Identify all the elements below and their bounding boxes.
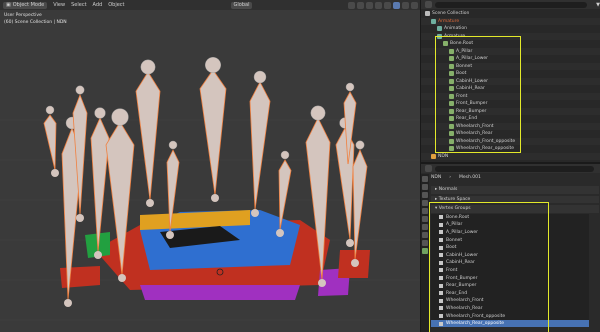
outliner-panel[interactable]: ▼ Scene Collection Armature Animation Armat…	[420, 0, 600, 162]
outliner-search-input[interactable]	[435, 1, 588, 8]
outliner-row[interactable]: Animation	[421, 25, 600, 33]
armature-bones[interactable]	[0, 0, 420, 332]
particles-tab-icon[interactable]	[422, 232, 428, 238]
bone[interactable]	[199, 57, 227, 202]
viewport-shading-tools	[348, 0, 420, 10]
outliner-row[interactable]: NDN	[421, 152, 600, 160]
mode-dropdown[interactable]: ▣ Object Mode	[3, 1, 48, 9]
outliner-row-label: Armature	[438, 18, 460, 24]
mesh-icon	[431, 153, 436, 159]
properties-editor-icon[interactable]	[425, 165, 432, 172]
object-tab-icon[interactable]	[422, 216, 428, 222]
properties-panel[interactable]: NDN › Mesh.001 ▸ Normals ▸ Texture Space…	[420, 162, 600, 332]
properties-tabs	[421, 174, 429, 332]
properties-search-input[interactable]	[435, 165, 594, 172]
object-mode-icon: ▣	[6, 2, 11, 8]
normals-section[interactable]: ▸ Normals	[431, 186, 599, 194]
xray-icon[interactable]	[375, 1, 382, 9]
scene-icon	[425, 11, 430, 17]
solid-shading-icon[interactable]	[393, 1, 400, 9]
outliner-row-label: Animation	[444, 26, 467, 32]
viewport-info: User Perspective (60) Scene Collection |…	[4, 13, 67, 25]
scene-tab-icon[interactable]	[422, 200, 428, 206]
filter-icon[interactable]: ▼	[596, 2, 600, 8]
outliner-row-label: NDN	[438, 153, 449, 159]
breadcrumb: NDN › Mesh.001	[431, 175, 481, 180]
visibility-icon[interactable]	[348, 1, 355, 9]
3d-viewport[interactable]: ▣ Object Mode View Select Add Object Glo…	[0, 0, 420, 332]
anim-icon	[437, 26, 442, 32]
vertex-groups-highlight-box	[429, 202, 549, 332]
menu-select[interactable]: Select	[71, 2, 86, 8]
render-tab-icon[interactable]	[422, 184, 428, 190]
breadcrumb-mesh: Mesh.001	[459, 175, 481, 180]
outliner-editor-icon[interactable]	[425, 1, 432, 8]
gizmo-icon[interactable]	[357, 1, 364, 9]
material-shading-icon[interactable]	[402, 1, 409, 9]
bone[interactable]	[135, 59, 161, 207]
bone[interactable]	[90, 107, 110, 259]
bone[interactable]	[305, 105, 331, 287]
tool-tab-icon[interactable]	[422, 176, 428, 182]
bone[interactable]	[105, 108, 135, 282]
physics-tab-icon[interactable]	[422, 240, 428, 246]
world-tab-icon[interactable]	[422, 208, 428, 214]
bone[interactable]	[166, 140, 180, 239]
breadcrumb-object: NDN	[431, 175, 442, 180]
outliner-row-label: Scene Collection	[432, 11, 470, 17]
bones-highlight-box	[435, 36, 521, 153]
outliner-header: ▼	[421, 0, 600, 9]
wireframe-shading-icon[interactable]	[384, 1, 391, 9]
outliner-row[interactable]: Armature	[421, 17, 600, 25]
bone[interactable]	[43, 105, 59, 177]
arm-icon	[431, 18, 436, 24]
menu-add[interactable]: Add	[93, 2, 103, 8]
menu-object[interactable]: Object	[108, 2, 124, 8]
bone[interactable]	[249, 70, 271, 217]
output-tab-icon[interactable]	[422, 192, 428, 198]
overlay-icon[interactable]	[366, 1, 373, 9]
menu-view[interactable]: View	[53, 2, 65, 8]
transform-orientation-dropdown[interactable]: Global	[230, 1, 253, 9]
breadcrumb-arrow: ›	[449, 175, 452, 180]
data-tab-icon[interactable]	[422, 248, 428, 254]
properties-header	[421, 164, 600, 173]
modifier-tab-icon[interactable]	[422, 224, 428, 230]
rendered-shading-icon[interactable]	[411, 1, 418, 9]
bone[interactable]	[276, 150, 292, 237]
outliner-row[interactable]: Scene Collection	[421, 10, 600, 18]
